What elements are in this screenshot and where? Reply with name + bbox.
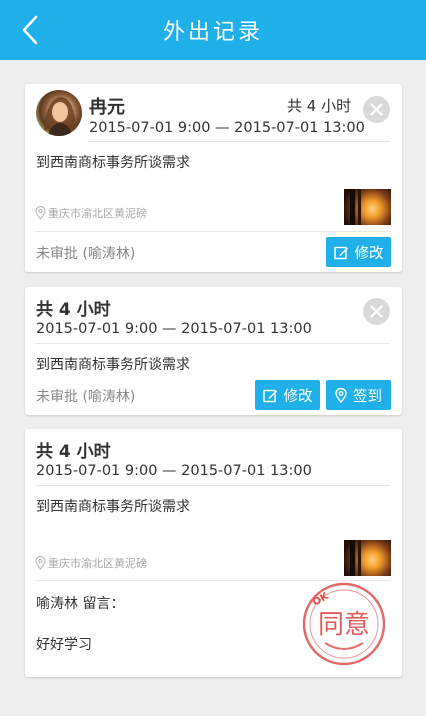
stamp-ok-text: OK bbox=[311, 590, 332, 608]
record-description: 到西南商标事务所谈需求 bbox=[36, 499, 190, 515]
record-description: 到西南商标事务所谈需求 bbox=[36, 357, 190, 373]
record-time-range: 2015-07-01 9:00 — 2015-07-01 13:00 bbox=[36, 463, 312, 479]
record-time-range: 2015-07-01 9:00 — 2015-07-01 13:00 bbox=[89, 120, 365, 136]
record-location: 重庆市渝北区黄泥磅 bbox=[35, 205, 147, 221]
record-location: 重庆市渝北区黄泥磅 bbox=[35, 555, 147, 571]
back-button[interactable] bbox=[14, 14, 46, 46]
approved-stamp-icon: OK 同意 bbox=[302, 582, 386, 666]
delete-record-button[interactable] bbox=[363, 298, 390, 325]
checkin-button[interactable]: 签到 bbox=[326, 380, 391, 410]
location-text: 重庆市渝北区黄泥磅 bbox=[48, 557, 147, 570]
edit-button-label: 修改 bbox=[283, 388, 313, 405]
edit-icon bbox=[262, 389, 277, 402]
edit-button[interactable]: 修改 bbox=[326, 237, 391, 267]
location-text: 重庆市渝北区黄泥磅 bbox=[48, 207, 147, 220]
edit-icon bbox=[333, 246, 348, 259]
record-description: 到西南商标事务所谈需求 bbox=[36, 155, 190, 171]
record-time-range: 2015-07-01 9:00 — 2015-07-01 13:00 bbox=[36, 321, 312, 337]
stamp-main-text: 同意 bbox=[318, 610, 370, 640]
divider bbox=[35, 343, 390, 344]
record-hours: 共 4 小时 bbox=[36, 442, 111, 462]
record-user-name: 冉元 bbox=[89, 97, 125, 118]
avatar-photo bbox=[44, 97, 76, 136]
edit-button[interactable]: 修改 bbox=[255, 380, 320, 410]
location-pin-icon bbox=[35, 206, 46, 220]
record-hours: 共 4 小时 bbox=[36, 300, 111, 320]
approval-status: 未审批 (喻涛林) bbox=[36, 389, 136, 405]
close-icon bbox=[370, 103, 383, 116]
message-author: 喻涛林 留言： bbox=[36, 596, 125, 612]
edit-button-label: 修改 bbox=[354, 245, 384, 262]
message-text: 好好学习 bbox=[36, 637, 92, 653]
delete-record-button[interactable] bbox=[363, 96, 390, 123]
divider bbox=[35, 231, 390, 232]
divider bbox=[35, 485, 390, 486]
record-card: 共 4 小时 2015-07-01 9:00 — 2015-07-01 13:0… bbox=[25, 287, 402, 415]
location-pin-icon bbox=[35, 556, 46, 570]
record-card: 共 4 小时 2015-07-01 9:00 — 2015-07-01 13:0… bbox=[25, 429, 402, 677]
close-icon bbox=[370, 305, 383, 318]
photo-thumbnail[interactable] bbox=[344, 189, 391, 225]
photo-thumbnail[interactable] bbox=[344, 540, 391, 576]
divider bbox=[89, 141, 390, 142]
avatar bbox=[36, 90, 82, 136]
page-title: 外出记录 bbox=[162, 20, 263, 45]
checkin-button-label: 签到 bbox=[353, 388, 382, 405]
location-pin-icon bbox=[335, 387, 347, 403]
record-card: 冉元 共 4 小时 2015-07-01 9:00 — 2015-07-01 1… bbox=[25, 84, 402, 272]
chevron-left-icon bbox=[22, 15, 38, 45]
app-header: 外出记录 bbox=[0, 0, 426, 60]
record-hours: 共 4 小时 bbox=[287, 97, 352, 115]
approval-status: 未审批 (喻涛林) bbox=[36, 246, 136, 262]
